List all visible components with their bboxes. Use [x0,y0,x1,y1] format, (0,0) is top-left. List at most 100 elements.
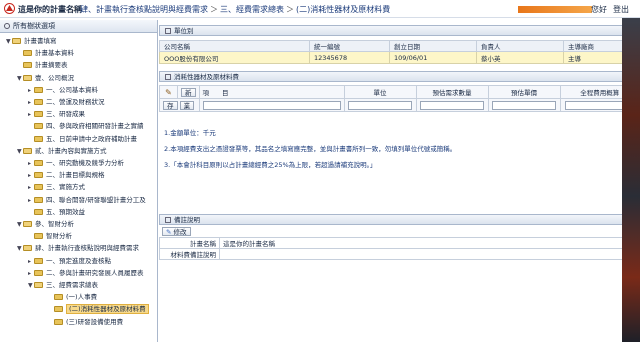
sidebar-item[interactable]: ▼ 三、經費需求總表 [28,280,98,290]
folder-icon [54,294,63,301]
remark-table: 計畫名稱 這是你的計畫名稱 材料費備註說明 [159,237,640,260]
sidebar-item-label: 四、參與政府相關研發計畫之實績 [46,122,144,131]
cell: 存 業 [159,98,200,112]
sidebar-item[interactable]: ▼ 參、智財分析 [17,219,74,229]
cons-col-header: 項 目 [198,85,345,99]
edit-button-label: 修改 [173,228,187,236]
sidebar-item-label: 智財分析 [46,232,72,241]
remark-panel-title: 備註說明 [174,216,200,224]
panel-icon [165,74,171,80]
folder-icon [34,86,43,93]
sidebar-item[interactable]: 智財分析 [28,231,72,241]
notes: 1.金額單位：千元 2.本項經費支出之憑證發票等，其品名之填寫應完整，並與計畫書… [164,125,634,173]
table-row[interactable]: OOO股份有限公司 12345678 109/06/01 蔡小英 主導 [159,51,640,64]
folder-open-icon [23,245,32,252]
folder-icon [23,50,32,57]
sidebar-item[interactable]: ▸ 二、營運及財務狀況 [28,97,105,107]
remark-value [219,248,640,260]
sidebar-item-label: 二、參與計畫研究發展人員履歷表 [46,268,144,277]
consumables-table: ✎ 新 項 目 單位 預估需求數量 預估單價 全程費用概算 存 業 [159,85,640,112]
sidebar-item[interactable]: ▸ 二、參與計畫研究發展人員履歷表 [28,268,144,278]
note-line: 3.「本會計科目原則以占計畫總經費之25%為上限，若超過請補充說明。」 [164,161,377,169]
breadcrumb-sep: ＞ [286,5,294,14]
folder-icon [34,123,43,130]
new-button[interactable]: 新 [181,87,196,97]
remark-toolbar: ✎ 修改 [162,227,191,236]
cons-col-header: 預估單價 [487,85,561,99]
sidebar-item[interactable]: ▸ 一、公司基本資料 [28,85,98,95]
unit-input[interactable] [348,100,412,110]
folder-open-icon [34,282,43,288]
sidebar-item[interactable]: 四、參與政府相關研發計畫之實績 [28,121,144,131]
unit-cell: 12345678 [309,51,390,64]
sidebar-item-label: 一、研究動機及競爭力分析 [46,159,124,167]
sidebar-item-label: 貳、計畫內容與實施方式 [35,146,107,155]
sidebar-item-label: (三)研發設備使用費 [66,317,124,326]
sidebar-item[interactable]: (一)人事費 [48,292,97,302]
sidebar-item[interactable]: ▸ 一、預定進度及查核點 [28,256,111,266]
background-photo [622,18,640,342]
unit-col-header: 負責人 [476,40,564,52]
consumables-panel-header: 消耗性器材及原材料費 [159,71,640,82]
sidebar-item[interactable]: 五、預期效益 [28,207,85,217]
sidebar: 所有樹狀選項 ▼ 計畫書填寫計畫基本資料計畫摘要表 ▼ 壹、公司概況 ▸ 一、公司基本資料… [0,20,158,342]
sidebar-item[interactable]: ▸ 一、研究動機及競爭力分析 [28,158,124,168]
sidebar-item[interactable]: 計畫摘要表 [17,60,68,70]
cons-col-header: 單位 [343,85,417,99]
table-row: 存 業 [159,98,640,112]
sidebar-item[interactable]: ▸ 四、聯合開發/研發聯盟計畫分工及 [28,195,146,205]
sidebar-item-label: 肆、計畫執行查核點說明與經費需求 [35,244,139,253]
sidebar-item[interactable]: ▸ 三、研發成果 [28,109,85,119]
folder-icon [34,135,43,142]
folder-open-icon [23,147,32,154]
logout-link[interactable]: 登出 [613,4,629,15]
folder-icon [34,172,43,179]
edit-icon[interactable]: ✎ [165,88,172,97]
panel-icon [165,28,171,34]
folder-icon [34,257,43,264]
unit-price-input[interactable] [492,100,556,110]
collapse-icon[interactable] [4,23,10,29]
sidebar-item-label: 五、預期效益 [46,207,85,216]
sidebar-item[interactable]: ▼ 計畫書填寫 [6,36,57,46]
folder-icon [34,233,43,240]
sidebar-item-label: 計畫基本資料 [35,49,74,58]
folder-open-icon [23,221,32,227]
sidebar-item[interactable]: 五、日前申請中之政府補助計畫 [28,134,137,144]
sidebar-item-label: 參、智財分析 [35,220,74,228]
unit-panel-title: 單位別 [174,27,194,35]
sidebar-item[interactable]: ▸ 二、計畫目標與規格 [28,170,105,180]
sidebar-item[interactable]: (二)消耗性器材及原材料費 [48,304,149,315]
unit-cell: 蔡小英 [476,51,564,64]
breadcrumb-item[interactable]: 肆、計畫執行查核點說明與經費需求 [80,5,208,14]
breadcrumb: ＞肆、計畫執行查核點說明與經費需求＞三、經費需求總表＞ (二)消耗性器材及原材料費 [68,4,390,15]
cell [343,98,417,112]
sidebar-item-label: 壹、公司概況 [35,73,74,82]
breadcrumb-item[interactable]: (二)消耗性器材及原材料費 [296,5,390,14]
sidebar-title: 所有樹狀選項 [13,22,55,30]
cancel-button[interactable]: 業 [179,100,195,110]
quantity-input[interactable] [420,100,484,110]
sidebar-item[interactable]: ▼ 肆、計畫執行查核點說明與經費需求 [17,243,139,253]
folder-icon [34,269,43,276]
folder-icon [54,306,63,313]
remark-panel-header: 備註說明 [159,214,640,225]
sidebar-item[interactable]: ▼ 貳、計畫內容與實施方式 [17,146,107,156]
unit-col-header: 統一編號 [309,40,390,52]
main-content: 單位別 公司名稱 統一編號 創立日期 負責人 主導廠商 OOO股份有限公司 12… [159,20,640,342]
save-button[interactable]: 存 [163,100,178,110]
remark-value: 這是你的計畫名稱 [219,237,640,249]
sidebar-item[interactable]: ▸ 三、實施方式 [28,182,85,192]
note-line: 2.本項經費支出之憑證發票等，其品名之填寫應完整，並與計畫書所列一致，勿填列單位… [164,145,457,153]
sidebar-item[interactable]: ▼ 壹、公司概況 [17,73,74,83]
sidebar-item[interactable]: (三)研發設備使用費 [48,317,123,327]
item-input[interactable] [202,100,341,110]
folder-icon [54,318,63,325]
breadcrumb-sep: ＞ [70,5,78,14]
breadcrumb-item[interactable]: 三、經費需求總表 [220,5,284,14]
sidebar-item[interactable]: 計畫基本資料 [17,48,74,58]
note-line: 1.金額單位：千元 [164,129,216,137]
edit-button[interactable]: ✎ 修改 [162,227,191,236]
folder-icon [34,196,43,203]
unit-col-header: 公司名稱 [159,40,310,52]
